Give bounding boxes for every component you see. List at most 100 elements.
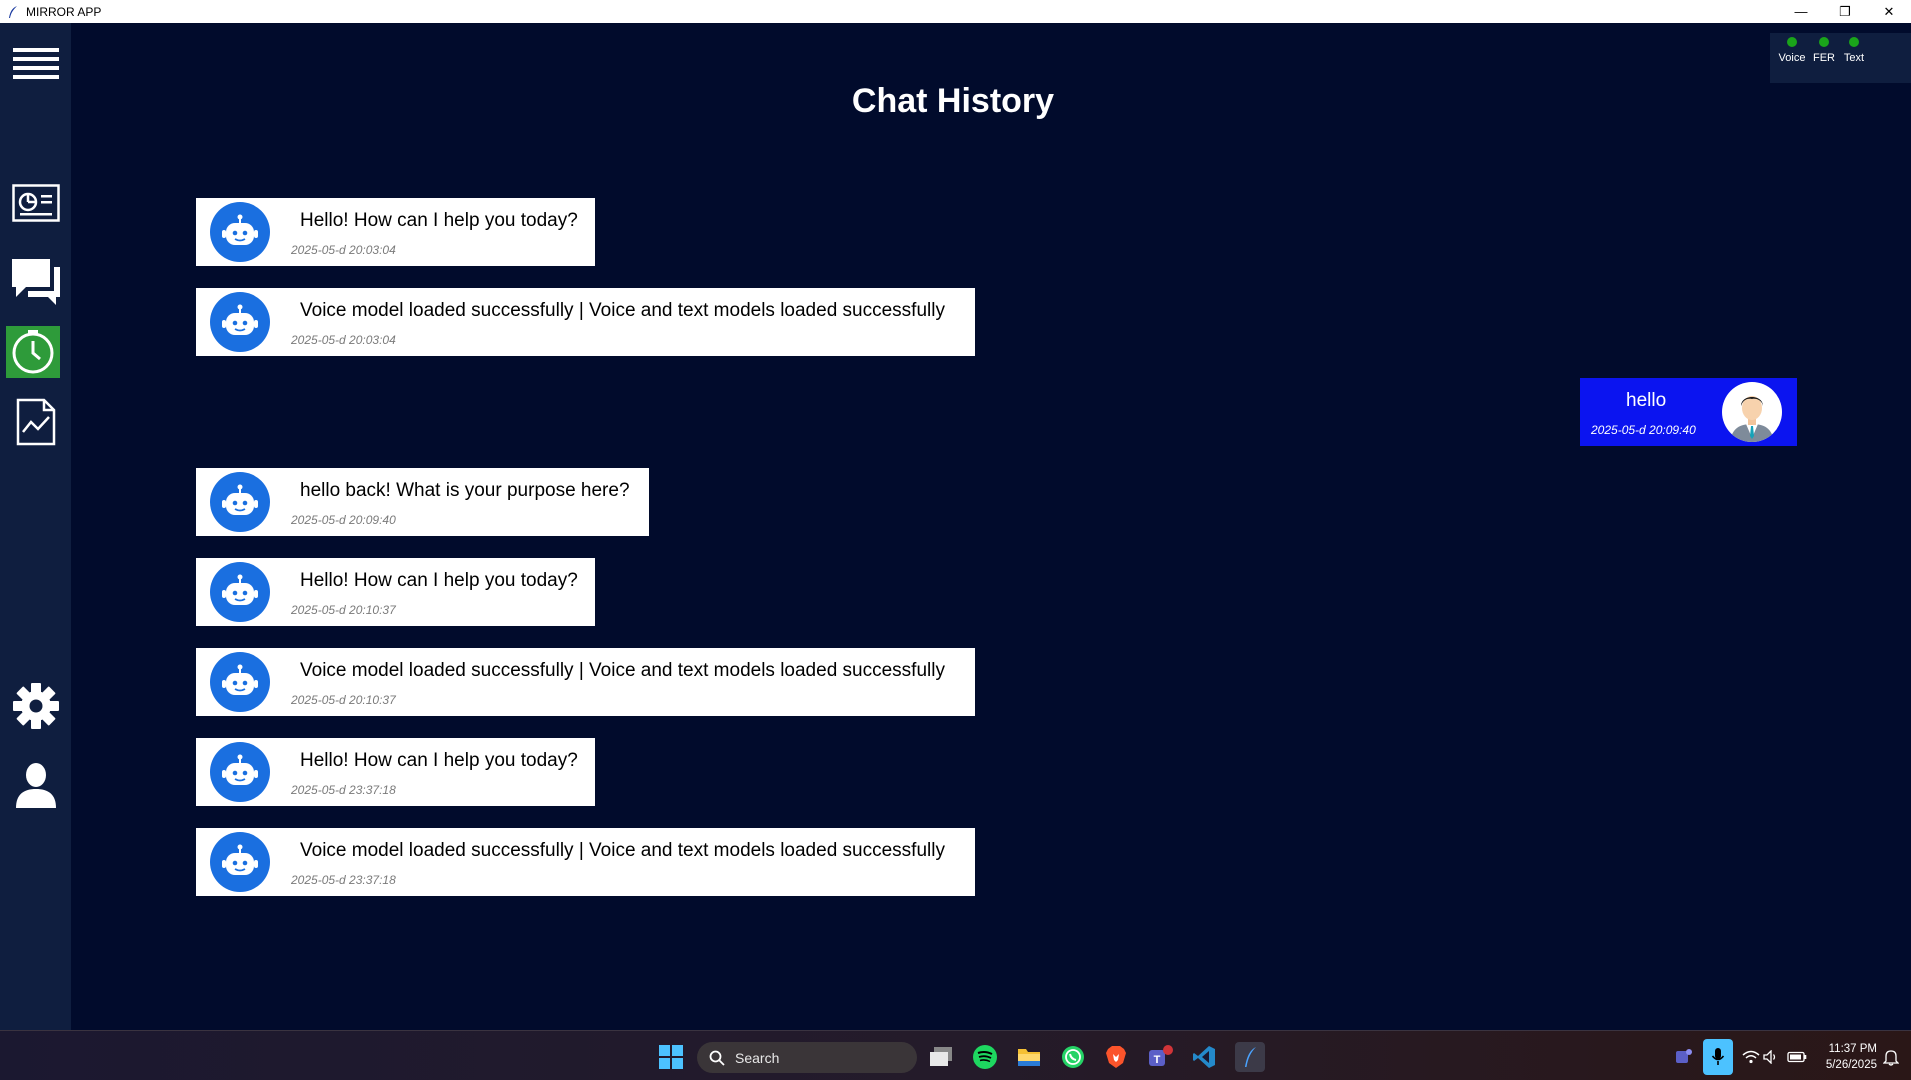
page-title: Chat History bbox=[851, 82, 1055, 120]
sidebar-item-chat[interactable] bbox=[0, 255, 71, 309]
history-icon bbox=[12, 330, 54, 374]
sidebar-item-profile[interactable] bbox=[0, 758, 71, 814]
taskbar-search[interactable]: Search bbox=[697, 1042, 917, 1073]
taskbar: Search T 11:37 PM 5/26/2025 bbox=[0, 1030, 1911, 1080]
bot-avatar bbox=[210, 742, 270, 802]
window-title: MIRROR APP bbox=[26, 4, 102, 19]
teams-tray-button[interactable] bbox=[1671, 1044, 1697, 1070]
status-text: Text bbox=[1834, 37, 1874, 64]
bell-icon bbox=[1883, 1050, 1899, 1066]
robot-icon bbox=[222, 844, 258, 875]
status-dot-icon bbox=[1787, 37, 1797, 47]
menu-icon bbox=[12, 48, 59, 79]
task-view-button[interactable] bbox=[928, 1044, 954, 1070]
robot-icon bbox=[222, 574, 258, 605]
restore-button[interactable]: ❐ bbox=[1823, 0, 1867, 23]
vscode-button[interactable] bbox=[1191, 1044, 1217, 1070]
app-feather-icon bbox=[9, 5, 17, 18]
teams-tray-icon bbox=[1676, 1049, 1692, 1063]
robot-icon bbox=[222, 484, 258, 515]
message-text: Hello! How can I help you today? bbox=[300, 570, 578, 591]
chat-icon bbox=[11, 259, 60, 305]
message-timestamp: 2025-05-d 20:09:40 bbox=[1591, 423, 1696, 437]
message-text: hello back! What is your purpose here? bbox=[300, 480, 630, 501]
message-text: Voice model loaded successfully | Voice … bbox=[300, 300, 945, 321]
title-bar: MIRROR APP — ❐ ✕ bbox=[0, 0, 1911, 23]
clock-date: 5/26/2025 bbox=[1825, 1059, 1877, 1071]
menu-button[interactable] bbox=[0, 43, 71, 83]
message-text: Hello! How can I help you today? bbox=[300, 210, 578, 231]
bot-message: hello back! What is your purpose here? 2… bbox=[196, 468, 649, 536]
search-icon bbox=[709, 1050, 725, 1066]
bot-message: Voice model loaded successfully | Voice … bbox=[196, 288, 975, 356]
message-timestamp: 2025-05-d 23:37:18 bbox=[291, 783, 396, 797]
minimize-button[interactable]: — bbox=[1779, 0, 1823, 23]
status-dot-icon bbox=[1849, 37, 1859, 47]
bot-message: Hello! How can I help you today? 2025-05… bbox=[196, 198, 595, 266]
brave-button[interactable] bbox=[1103, 1044, 1129, 1070]
message-text: Voice model loaded successfully | Voice … bbox=[300, 660, 945, 681]
dashboard-icon bbox=[11, 184, 60, 222]
status-panel: Voice FER Text bbox=[1770, 33, 1911, 83]
bot-message: Voice model loaded successfully | Voice … bbox=[196, 648, 975, 716]
bot-avatar bbox=[210, 202, 270, 262]
message-timestamp: 2025-05-d 20:10:37 bbox=[291, 693, 396, 707]
message-timestamp: 2025-05-d 20:03:04 bbox=[291, 333, 396, 347]
vscode-icon bbox=[1193, 1046, 1215, 1068]
bot-avatar bbox=[210, 472, 270, 532]
clock-time: 11:37 PM bbox=[1828, 1043, 1877, 1055]
file-explorer-button[interactable] bbox=[1016, 1044, 1042, 1070]
sidebar bbox=[0, 23, 71, 1030]
teams-icon: T bbox=[1149, 1045, 1173, 1066]
sidebar-item-report[interactable] bbox=[0, 397, 71, 447]
volume-icon bbox=[1763, 1050, 1776, 1064]
mirror-app-button[interactable] bbox=[1235, 1042, 1265, 1072]
sidebar-item-settings[interactable] bbox=[0, 678, 71, 734]
search-label: Search bbox=[735, 1049, 780, 1066]
status-label: Text bbox=[1843, 52, 1865, 64]
windows-start-icon bbox=[659, 1045, 683, 1069]
teams-button[interactable]: T bbox=[1147, 1044, 1173, 1070]
businessman-avatar-icon bbox=[1730, 396, 1774, 442]
message-timestamp: 2025-05-d 23:37:18 bbox=[291, 873, 396, 887]
bot-message: Hello! How can I help you today? 2025-05… bbox=[196, 558, 595, 626]
message-timestamp: 2025-05-d 20:09:40 bbox=[291, 513, 396, 527]
close-button[interactable]: ✕ bbox=[1867, 0, 1911, 23]
bot-avatar bbox=[210, 292, 270, 352]
bot-avatar bbox=[210, 652, 270, 712]
svg-text:T: T bbox=[1154, 1054, 1161, 1066]
mirror-app-icon bbox=[1245, 1047, 1256, 1067]
robot-icon bbox=[222, 214, 258, 245]
task-view-icon bbox=[930, 1047, 952, 1066]
user-message: hello 2025-05-d 20:09:40 bbox=[1580, 378, 1797, 446]
spotify-button[interactable] bbox=[972, 1044, 998, 1070]
robot-icon bbox=[222, 754, 258, 785]
whatsapp-button[interactable] bbox=[1060, 1044, 1086, 1070]
robot-icon bbox=[222, 664, 258, 695]
start-button[interactable] bbox=[658, 1044, 684, 1070]
sidebar-item-history[interactable] bbox=[6, 326, 60, 378]
message-text: Hello! How can I help you today? bbox=[300, 750, 578, 771]
status-dot-icon bbox=[1819, 37, 1829, 47]
bot-avatar bbox=[210, 832, 270, 892]
message-timestamp: 2025-05-d 20:10:37 bbox=[291, 603, 396, 617]
user-avatar bbox=[1722, 382, 1782, 442]
taskbar-clock[interactable]: 11:37 PM 5/26/2025 bbox=[1826, 1041, 1877, 1073]
message-text: hello bbox=[1626, 390, 1667, 411]
notifications-button[interactable] bbox=[1878, 1044, 1904, 1070]
battery-button[interactable] bbox=[1784, 1044, 1810, 1070]
message-timestamp: 2025-05-d 20:03:04 bbox=[291, 243, 396, 257]
bot-message: Hello! How can I help you today? 2025-05… bbox=[196, 738, 595, 806]
file-explorer-icon bbox=[1018, 1049, 1040, 1066]
bot-message: Voice model loaded successfully | Voice … bbox=[196, 828, 975, 896]
report-icon bbox=[16, 398, 55, 446]
microphone-button[interactable] bbox=[1703, 1039, 1733, 1075]
robot-icon bbox=[222, 304, 258, 335]
bot-avatar bbox=[210, 562, 270, 622]
spotify-icon bbox=[973, 1045, 997, 1069]
message-text: Voice model loaded successfully | Voice … bbox=[300, 840, 945, 861]
volume-button[interactable] bbox=[1758, 1044, 1784, 1070]
whatsapp-icon bbox=[1062, 1046, 1084, 1068]
user-icon bbox=[15, 763, 56, 808]
sidebar-item-dashboard[interactable] bbox=[0, 179, 71, 227]
